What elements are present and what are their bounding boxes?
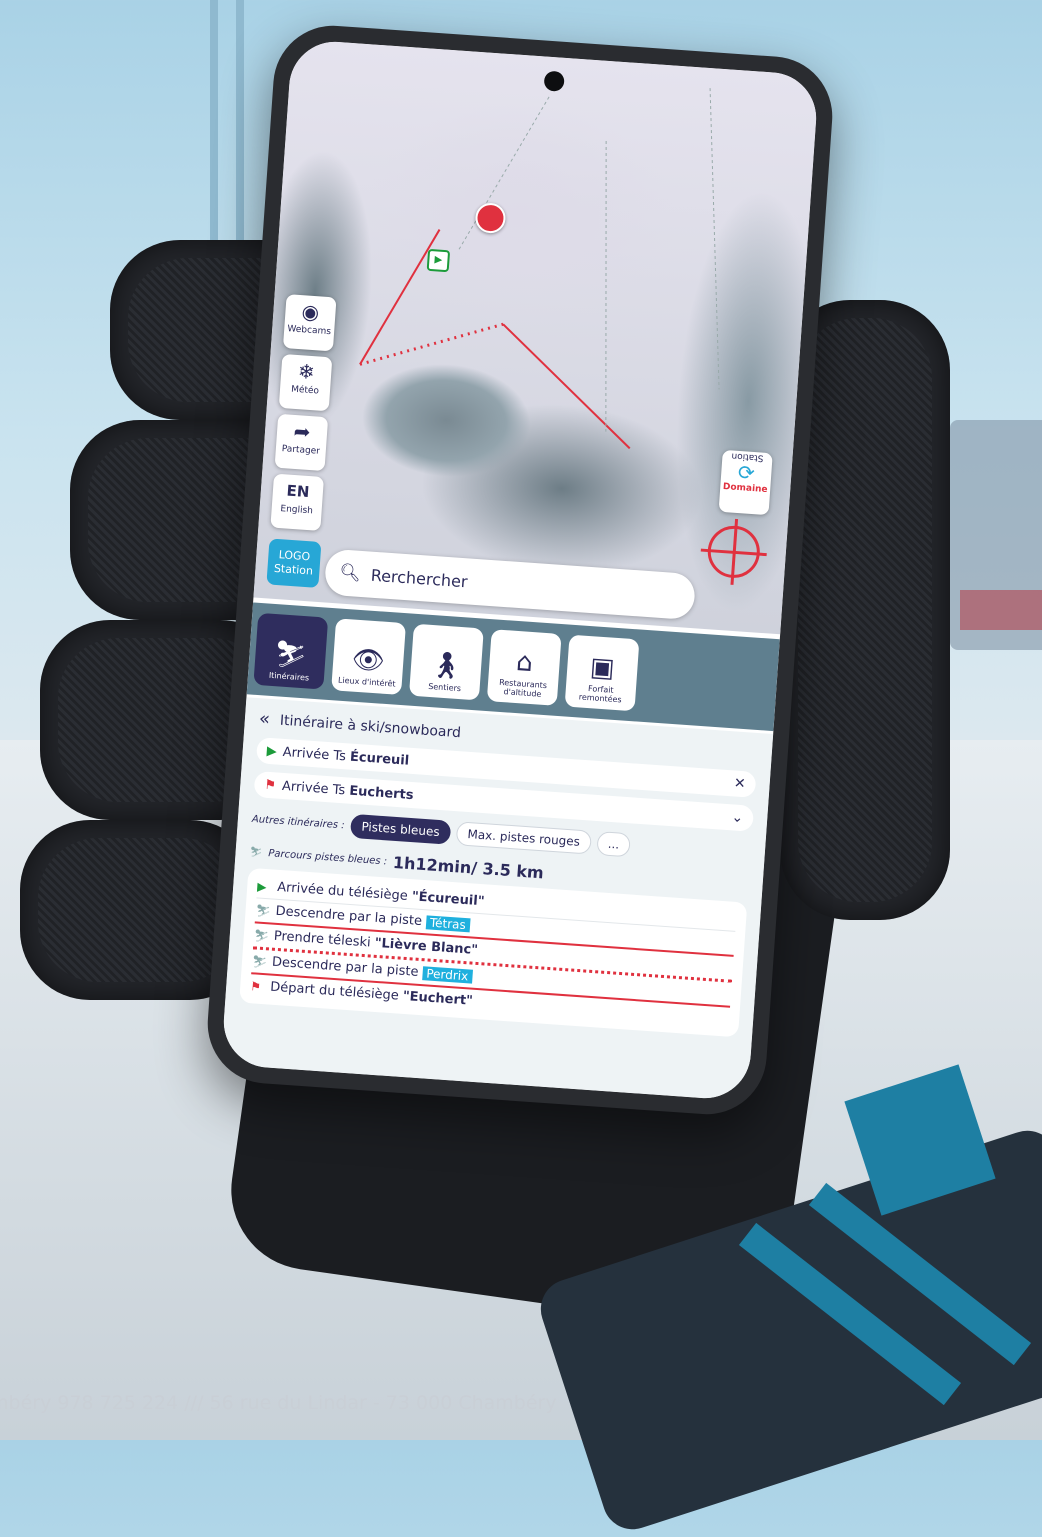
finish-flag-icon: ⚑ [263,777,277,793]
piste-tag: Tétras [425,914,471,932]
language-code: EN [285,481,310,502]
start-flag-icon: ▶ [266,743,278,759]
station-logo[interactable]: LOGO Station [266,538,322,588]
search-input[interactable] [368,563,653,605]
summary-value: 1h12min/ 3.5 km [392,852,545,883]
step-text: Départ du télésiège [269,979,404,1004]
piste-tag: Perdrix [421,965,473,984]
station-domain-toggle[interactable]: Station ⟳ Domaine [718,449,773,516]
category-label: Lieux d'intérêt [337,675,396,689]
gondola-cabin-stripe [960,590,1042,630]
search-icon: 🔍︎ [338,562,362,584]
category-label: Forfait remontées [578,684,622,705]
category-label: Restaurants d'altitude [498,677,548,699]
step-strong: "Écureuil" [411,889,485,910]
weather-icon: ❄ [297,359,316,385]
step-text: Descendre par la piste [271,954,419,980]
step-strong: "Euchert" [402,988,474,1009]
hiker-icon: 🚶︎ [428,649,464,683]
category-itineraires[interactable]: ⛷ Itinéraires [253,612,329,690]
chalet-icon: ⌂ [515,647,534,679]
ski-pass-icon: ▣ [589,652,616,684]
language-label: English [280,504,314,517]
alt-more[interactable]: ... [596,831,632,858]
logo-line1: LOGO [278,548,311,564]
skier-route-icon: ⛷ [272,639,309,672]
smartphone: ▶ ◉ Webcams ❄ Météo ➦ Partager EN Englis… [203,21,837,1119]
weather-label: Météo [290,384,320,397]
category-forfait[interactable]: ▣ Forfait remontées [564,634,640,712]
webcams-label: Webcams [287,324,332,338]
category-lieux-interet[interactable]: 👁︎ Lieux d'intérêt [331,618,407,696]
share-icon: ➦ [292,418,312,445]
step-strong: "Lièvre Blanc" [374,935,479,958]
skier-icon: ⛷ [249,846,263,859]
chevron-down-icon[interactable]: ⌄ [731,809,744,826]
webcam-icon: ◉ [300,299,321,325]
back-chevron-icon[interactable]: « [258,708,270,730]
domain-label: Domaine [722,481,768,496]
start-prefix: Arrivée Ts [282,744,347,764]
category-restaurants[interactable]: ⌂ Restaurants d'altitude [486,629,562,706]
alt-pistes-bleues[interactable]: Pistes bleues [349,813,452,845]
route-steps: ▶ Arrivée du télésiège "Écureuil" ⛷ Desc… [239,867,748,1038]
itinerary-panel: « Itinéraire à ski/snowboard ▶ Arrivée T… [220,697,774,1102]
webcams-button[interactable]: ◉ Webcams [282,294,337,352]
company-footer: mbéry 978 725 224 /// 56 rue du Lindar -… [0,1392,557,1414]
finish-flag-icon: ⚑ [249,978,262,994]
category-sentiers[interactable]: 🚶︎ Sentiers [408,623,484,701]
alternatives-label: Autres itinéraires : [251,813,345,831]
panel-title: Itinéraire à ski/snowboard [279,712,462,741]
step-text: Prendre téleski [273,928,376,951]
start-arrow-icon: ▶ [256,878,268,894]
descend-icon: ⛷ [255,902,272,918]
phone-screen: ▶ ◉ Webcams ❄ Météo ➦ Partager EN Englis… [220,38,820,1102]
category-label: Itinéraires [268,670,310,683]
ski-map[interactable]: ▶ ◉ Webcams ❄ Météo ➦ Partager EN Englis… [253,38,820,635]
lift-pole [236,0,244,250]
step-text: Descendre par la piste [275,903,423,930]
descend-icon: ⛷ [251,953,268,969]
end-name: Eucherts [348,783,414,803]
lift-pole [210,0,218,260]
category-label: Sentiers [427,681,462,694]
summary-label: Parcours pistes bleues : [267,848,388,868]
weather-button[interactable]: ❄ Météo [278,353,333,412]
start-flag-marker[interactable]: ▶ [426,248,451,273]
share-button[interactable]: ➦ Partager [274,413,329,472]
language-button[interactable]: EN English [270,473,325,531]
end-prefix: Arrivée Ts [281,778,346,798]
logo-line2: Station [273,561,314,578]
share-label: Partager [281,444,321,457]
alt-max-pistes-rouges[interactable]: Max. pistes rouges [455,821,592,855]
eye-icon: 👁︎ [350,644,386,677]
start-name: Écureuil [349,749,410,769]
lift-icon: ⛷ [253,927,270,943]
close-icon[interactable]: ✕ [733,775,746,792]
